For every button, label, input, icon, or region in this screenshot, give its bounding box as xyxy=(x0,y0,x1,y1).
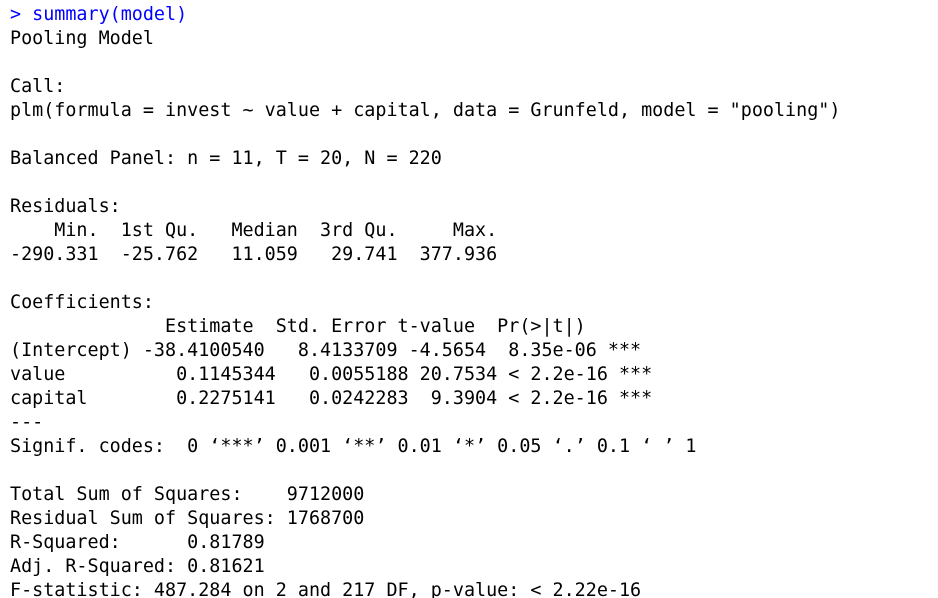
output-blank-line xyxy=(10,171,938,195)
output-coefficient-row-value: value 0.1145344 0.0055188 20.7534 < 2.2e… xyxy=(10,364,653,385)
output-blank-line xyxy=(10,459,938,483)
output-separator: --- xyxy=(10,412,44,433)
output-residual-ss: Residual Sum of Squares: 1768700 xyxy=(10,508,365,529)
output-panel-info: Balanced Panel: n = 11, T = 20, N = 220 xyxy=(10,148,442,169)
output-blank-line xyxy=(10,267,938,291)
output-signif-codes: Signif. codes: 0 ‘***’ 0.001 ‘**’ 0.01 ‘… xyxy=(10,436,697,457)
output-f-statistic: F-statistic: 487.284 on 2 and 217 DF, p-… xyxy=(10,580,642,598)
r-console[interactable]: > summary(model) Pooling Model Call: plm… xyxy=(0,0,938,598)
console-command: > summary(model) xyxy=(10,4,188,25)
output-r-squared: R-Squared: 0.81789 xyxy=(10,532,265,553)
output-call-formula: plm(formula = invest ~ value + capital, … xyxy=(10,100,841,121)
output-call-header: Call: xyxy=(10,76,66,97)
output-residuals-header: Residuals: xyxy=(10,196,121,217)
output-coefficient-row-capital: capital 0.2275141 0.0242283 9.3904 < 2.2… xyxy=(10,388,653,409)
output-residuals-values: -290.331 -25.762 11.059 29.741 377.936 xyxy=(10,244,509,265)
output-coefficient-row-intercept: (Intercept) -38.4100540 8.4133709 -4.565… xyxy=(10,340,642,361)
output-adj-r-squared: Adj. R-Squared: 0.81621 xyxy=(10,556,265,577)
output-coefficients-header: Coefficients: xyxy=(10,292,154,313)
output-residuals-labels: Min. 1st Qu. Median 3rd Qu. Max. xyxy=(10,220,509,241)
output-blank-line xyxy=(10,123,938,147)
output-total-ss: Total Sum of Squares: 9712000 xyxy=(10,484,365,505)
output-model-type: Pooling Model xyxy=(10,28,154,49)
output-blank-line xyxy=(10,51,938,75)
output-coefficients-columns: Estimate Std. Error t-value Pr(>|t|) xyxy=(10,316,631,337)
